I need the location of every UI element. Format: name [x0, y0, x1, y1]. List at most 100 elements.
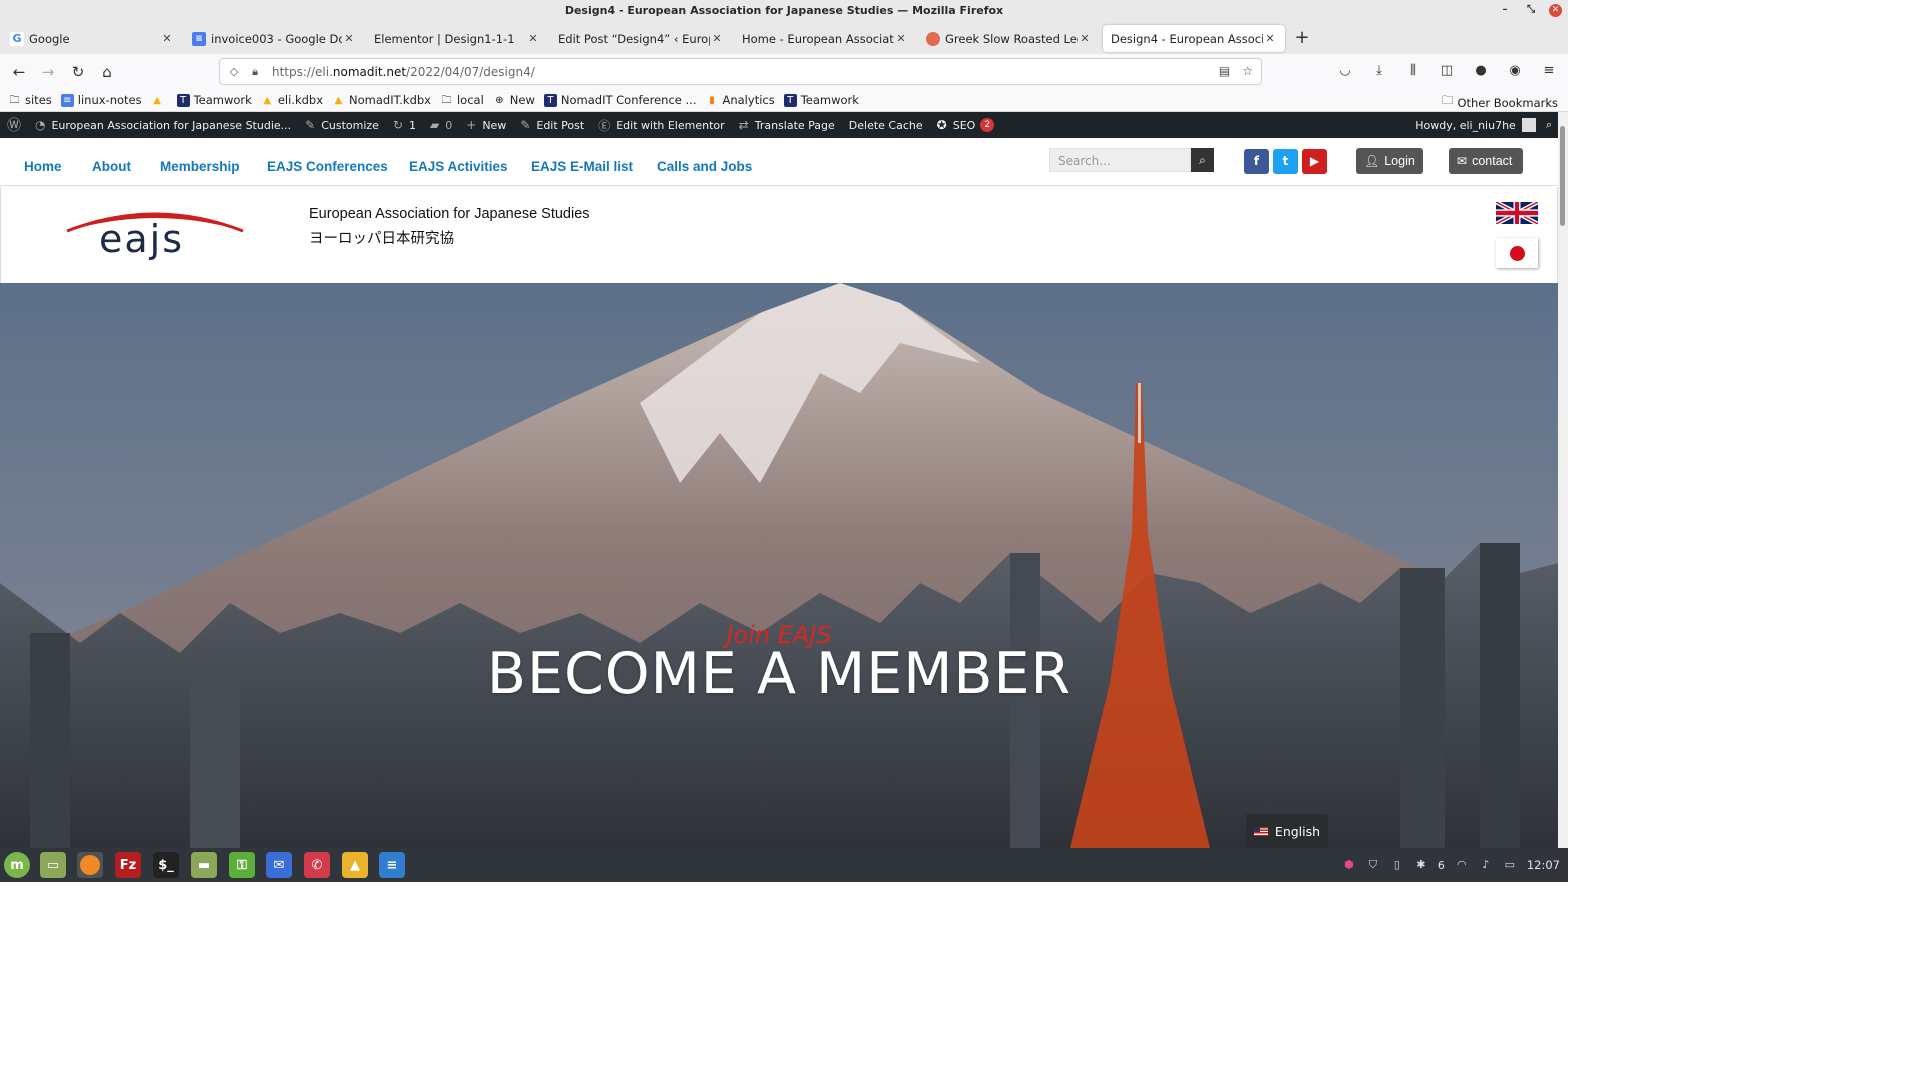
wp-updates[interactable]: ↻ 1	[386, 112, 423, 138]
wp-new[interactable]: + New	[459, 112, 513, 138]
bookmark-sites[interactable]: 🗀 sites	[8, 93, 52, 107]
bookmark-star-icon[interactable]: ☆	[1242, 64, 1253, 78]
wp-comments[interactable]: ▰ 0	[423, 112, 459, 138]
tab-design4[interactable]: Design4 - European Association ✕	[1103, 25, 1285, 52]
wp-edit-elementor[interactable]: Ⓔ Edit with Elementor	[591, 112, 731, 138]
forward-icon[interactable]: →	[38, 62, 58, 82]
docs-icon[interactable]: ≡	[379, 852, 405, 878]
close-icon[interactable]: ✕	[710, 32, 724, 45]
wp-seo[interactable]: ✪ SEO 2	[930, 112, 1002, 138]
pocket-icon[interactable]: ◡	[1336, 62, 1354, 80]
bookmark-drive[interactable]: ▲	[151, 94, 168, 107]
avatar[interactable]	[1521, 118, 1536, 132]
library-icon[interactable]: ⫼	[1404, 62, 1422, 80]
menu-item-home[interactable]: Home	[24, 159, 62, 174]
minimize-icon[interactable]: –	[1497, 2, 1513, 18]
menu-item-about[interactable]: About	[92, 159, 131, 174]
bookmark-analytics[interactable]: ▮ Analytics	[705, 93, 775, 107]
tab-recipe[interactable]: Greek Slow Roasted Leg of ✕	[918, 25, 1100, 52]
bookmark-nomadit-kdbx[interactable]: ▲ NomadIT.kdbx	[332, 93, 431, 107]
notification-icon[interactable]: ✱	[1414, 858, 1428, 872]
clipboard-icon[interactable]: ▯	[1390, 858, 1404, 872]
howdy-user[interactable]: Howdy, eli_niu7he	[1415, 119, 1516, 132]
uk-flag-icon[interactable]	[1495, 200, 1539, 226]
menu-icon[interactable]: ≡	[1540, 62, 1558, 80]
extension-icon[interactable]: ●	[1472, 62, 1490, 80]
battery-icon[interactable]: ▭	[1503, 858, 1517, 872]
tab-invoice[interactable]: ≡ invoice003 - Google Docs ✕	[184, 25, 364, 52]
app-indicator-icon[interactable]: ⬢	[1342, 858, 1356, 872]
tab-elementor[interactable]: Elementor | Design1-1-1 ✕	[366, 25, 548, 52]
reload-icon[interactable]: ↻	[68, 62, 88, 82]
wp-site-name[interactable]: ◔ European Association for Japanese Studi…	[28, 112, 298, 138]
close-icon[interactable]: ✕	[160, 32, 174, 45]
chat-icon[interactable]: ✆	[304, 852, 330, 878]
contact-button[interactable]: ✉ contact	[1449, 148, 1523, 174]
twitter-button[interactable]: t	[1273, 149, 1298, 174]
bookmark-eli-kdbx[interactable]: ▲ eli.kdbx	[261, 93, 323, 107]
menu-item-calls-jobs[interactable]: Calls and Jobs	[657, 159, 752, 174]
site-search-input[interactable]: Search...	[1049, 148, 1191, 172]
page-scrollbar[interactable]	[1558, 112, 1568, 848]
bookmark-new[interactable]: ⊕ New	[493, 93, 535, 107]
home-icon[interactable]: ⌂	[97, 62, 117, 82]
facebook-button[interactable]: f	[1244, 149, 1269, 174]
menu-item-membership[interactable]: Membership	[160, 159, 240, 174]
youtube-button[interactable]: ▶	[1302, 149, 1327, 174]
terminal-icon[interactable]: $_	[153, 852, 179, 878]
new-tab-icon[interactable]: +	[1292, 28, 1312, 48]
close-icon[interactable]: ✕	[1263, 32, 1277, 45]
close-icon[interactable]: ✕	[894, 32, 908, 45]
wp-translate[interactable]: ⇄ Translate Page	[732, 112, 842, 138]
japan-flag-icon[interactable]	[1496, 238, 1538, 268]
files-icon[interactable]: ▭	[40, 852, 66, 878]
mint-menu-icon[interactable]: m	[4, 852, 30, 878]
search-button[interactable]: ⌕	[1191, 148, 1214, 172]
wp-edit-post[interactable]: ✎ Edit Post	[513, 112, 591, 138]
close-icon[interactable]: ✕	[342, 32, 356, 45]
wp-logo[interactable]: Ⓦ	[0, 112, 28, 138]
wp-delete-cache[interactable]: Delete Cache	[842, 112, 930, 138]
cookie-icon[interactable]: ◉	[1506, 62, 1524, 80]
language-switcher[interactable]: English	[1246, 814, 1328, 848]
lock-icon[interactable]: 🔒︎	[248, 65, 262, 79]
back-icon[interactable]: ←	[9, 62, 29, 82]
bookmark-local[interactable]: 🗀 local	[440, 93, 483, 107]
scrollbar-thumb[interactable]	[1560, 126, 1565, 226]
tab-home[interactable]: Home - European Association fo ✕	[734, 25, 916, 52]
reader-view-icon[interactable]: ▤	[1219, 64, 1230, 78]
shield-icon[interactable]: ◇	[227, 65, 241, 79]
close-window-icon[interactable]: ✕	[1549, 3, 1562, 17]
wp-customize[interactable]: ✎ Customize	[298, 112, 386, 138]
close-icon[interactable]: ✕	[526, 32, 540, 45]
downloads-icon[interactable]: ⤓	[1370, 62, 1388, 80]
keepass-icon[interactable]: ⚿	[229, 852, 255, 878]
network-icon[interactable]: ◠	[1455, 858, 1469, 872]
bookmark-teamwork[interactable]: T Teamwork	[176, 93, 252, 107]
url-text[interactable]: https://eli.nomadit.net/2022/04/07/desig…	[272, 65, 535, 79]
url-bar[interactable]: ◇ 🔒︎ https://eli.nomadit.net/2022/04/07/…	[219, 58, 1262, 85]
sidebar-icon[interactable]: ◫	[1438, 62, 1456, 80]
volume-icon[interactable]: ♪	[1479, 858, 1493, 872]
clock[interactable]: 12:07	[1527, 858, 1560, 872]
drive-icon[interactable]: ▲	[342, 852, 368, 878]
other-bookmarks[interactable]: 🗀 Other Bookmarks	[1442, 93, 1558, 112]
firefox-icon[interactable]	[77, 852, 103, 878]
login-button[interactable]: 👤︎ Login	[1356, 148, 1423, 174]
bookmark-teamwork-2[interactable]: T Teamwork	[783, 93, 859, 107]
search-icon[interactable]: ⌕	[1546, 118, 1552, 132]
tab-google[interactable]: G Google ✕	[2, 25, 182, 52]
shield-icon[interactable]: ⛉	[1366, 858, 1380, 872]
menu-item-activities[interactable]: EAJS Activities	[409, 159, 508, 174]
mail-icon[interactable]: ✉	[266, 852, 292, 878]
tab-edit-post[interactable]: Edit Post “Design4” ‹ European ✕	[550, 25, 732, 52]
menu-item-conferences[interactable]: EAJS Conferences	[267, 159, 388, 174]
folder-icon[interactable]: ▬	[191, 852, 217, 878]
filezilla-icon[interactable]: Fz	[115, 852, 141, 878]
maximize-icon[interactable]: ⤡	[1523, 2, 1539, 18]
bookmark-linux-notes[interactable]: ≡ linux-notes	[60, 93, 142, 107]
eajs-logo[interactable]: eajs	[65, 201, 245, 265]
menu-item-email-list[interactable]: EAJS E-Mail list	[531, 159, 633, 174]
close-icon[interactable]: ✕	[1078, 32, 1092, 45]
bookmark-nomadit-conference[interactable]: T NomadIT Conference ...	[543, 93, 696, 107]
